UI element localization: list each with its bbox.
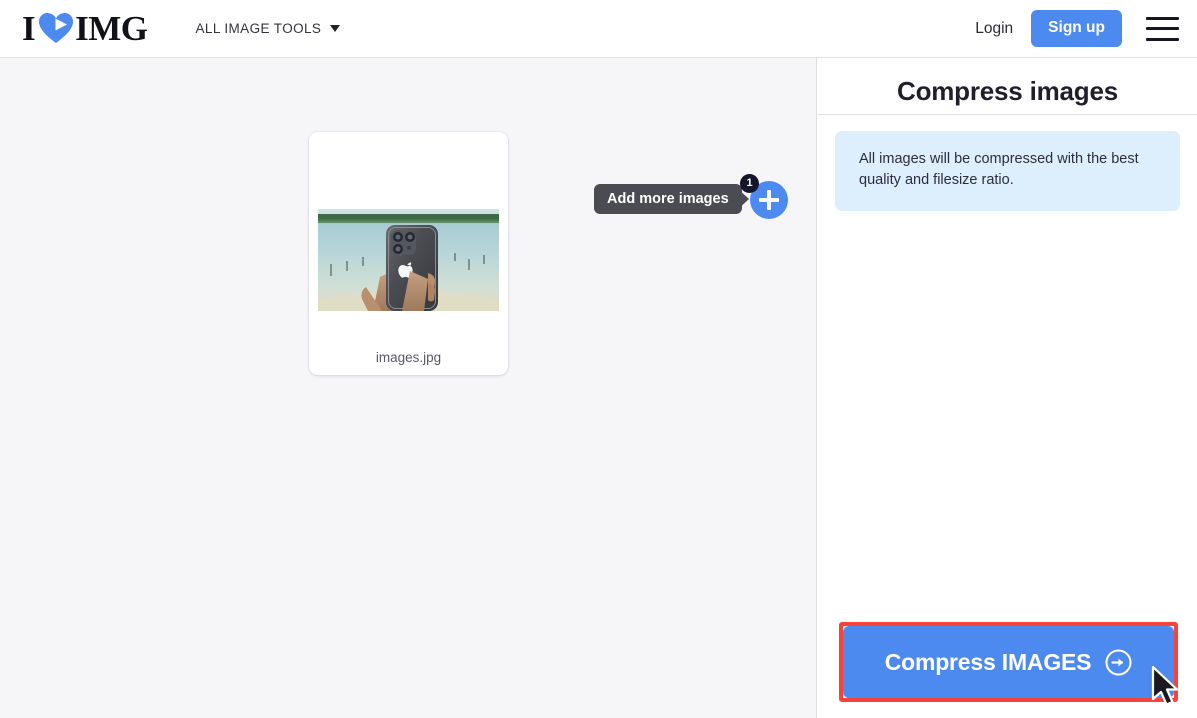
site-header: I IMG ALL IMAGE TOOLS Login Sign up: [0, 0, 1197, 58]
logo-letter-i: I: [22, 9, 36, 48]
compress-images-button[interactable]: Compress IMAGES: [843, 626, 1174, 698]
header-actions: Login Sign up: [975, 10, 1179, 47]
hamburger-bar: [1146, 27, 1179, 30]
nav-all-image-tools[interactable]: ALL IMAGE TOOLS: [196, 21, 341, 36]
page-root: I IMG ALL IMAGE TOOLS Login Sign up imag…: [0, 0, 1197, 718]
login-link[interactable]: Login: [975, 20, 1013, 38]
chevron-down-icon: [330, 25, 341, 32]
panel-title: Compress images: [897, 76, 1118, 106]
info-message: All images will be compressed with the b…: [835, 131, 1180, 212]
add-more-images-group: Add more images 1: [594, 126, 804, 219]
hamburger-bar: [1146, 16, 1179, 20]
file-card[interactable]: images.jpg: [309, 132, 508, 375]
site-logo[interactable]: I IMG: [22, 11, 148, 46]
file-name-label: images.jpg: [375, 350, 442, 365]
hamburger-bar: [1146, 37, 1179, 41]
logo-text-img: IMG: [75, 9, 148, 48]
add-more-images-tooltip: Add more images: [594, 184, 742, 214]
signup-button[interactable]: Sign up: [1031, 10, 1122, 47]
file-thumbnail: [318, 209, 499, 311]
workspace-area: images.jpg Add more images 1: [0, 58, 817, 718]
heart-icon: [39, 13, 74, 44]
arrow-right-circle-icon: [1105, 649, 1132, 676]
hamburger-menu-icon[interactable]: [1146, 16, 1179, 41]
compress-images-label: Compress IMAGES: [884, 648, 1092, 675]
panel-divider: [818, 114, 1197, 115]
image-count-badge: 1: [740, 174, 759, 193]
nav-all-image-tools-label: ALL IMAGE TOOLS: [195, 21, 322, 36]
tool-options-panel: Compress images All images will be compr…: [818, 58, 1197, 718]
